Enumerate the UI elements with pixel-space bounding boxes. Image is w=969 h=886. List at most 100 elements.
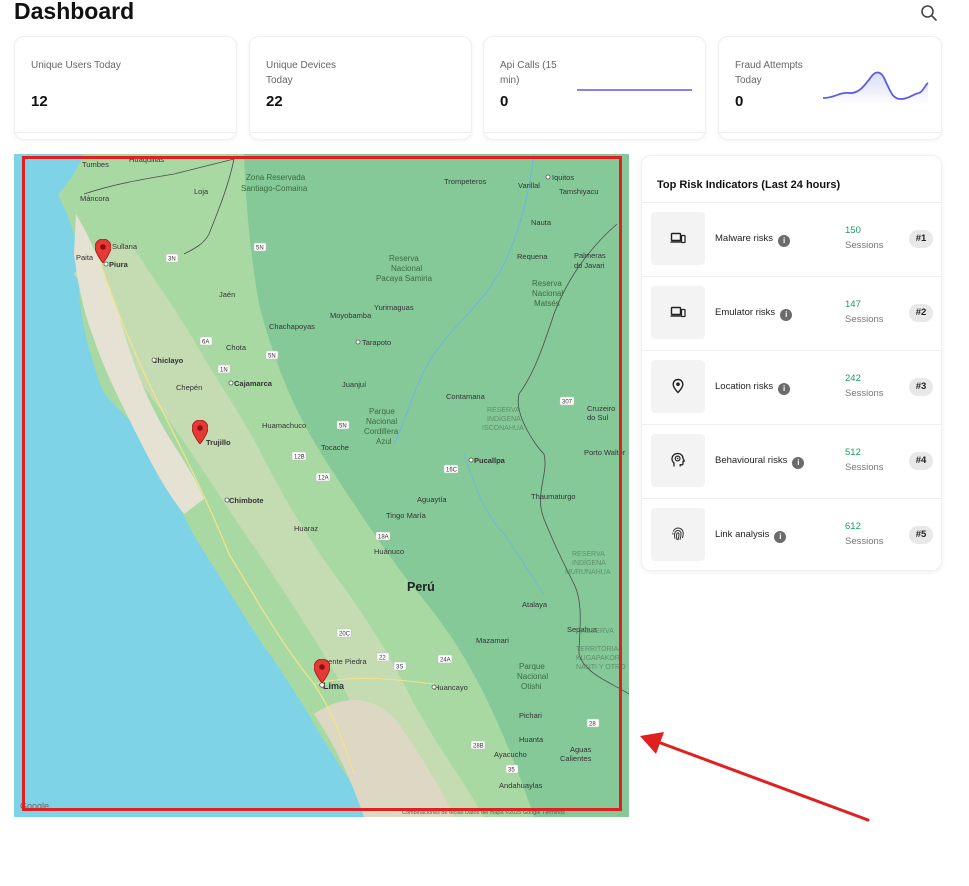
risk-icon-box	[651, 508, 705, 561]
map-label: Reserva	[532, 279, 562, 288]
map-label: Matsés	[534, 299, 560, 308]
map-label: Chepén	[176, 383, 202, 392]
risk-icon-box	[651, 286, 705, 339]
stat-label: Unique Users Today	[31, 60, 121, 71]
map-label: Huanta	[519, 735, 544, 744]
annotation-arrow-icon	[640, 732, 870, 822]
map-label: Contamana	[446, 392, 486, 401]
route-shield: 35	[508, 768, 515, 774]
stat-label: Unique Devices Today	[266, 60, 337, 86]
map-label: Cruzeiro	[587, 404, 615, 413]
risk-unit: Sessions	[845, 462, 884, 473]
map-label: Tingo María	[386, 511, 427, 520]
map-label: Zona Reservada	[246, 173, 306, 182]
stat-value: 0	[500, 93, 509, 110]
map-attribution: Google	[20, 801, 49, 811]
map-label: Huánuco	[374, 547, 404, 556]
map-label: Huaraz	[294, 524, 318, 533]
search-icon[interactable]	[919, 3, 939, 23]
risk-row-link-analysis[interactable]: Link analysis i 612 Sessions #5	[642, 498, 943, 572]
map-label: Loja	[194, 187, 209, 196]
risk-count: 150	[845, 225, 861, 236]
map-label: RESERVA	[572, 551, 605, 558]
risk-rank-badge: #1	[909, 230, 933, 248]
risk-rank-badge: #5	[909, 526, 933, 544]
stat-card-fraud-attempts[interactable]: Fraud Attempts Today 0	[718, 36, 942, 140]
map-label: Chota	[226, 343, 247, 352]
risk-rank-badge: #4	[909, 452, 933, 470]
risk-row-behavioural[interactable]: Behavioural risks i 512 Sessions #4	[642, 424, 943, 498]
map-label: Calientes	[560, 754, 592, 763]
stat-label: Fraud Attempts Today	[735, 60, 803, 86]
risk-unit: Sessions	[845, 388, 884, 399]
map-marker-piura[interactable]	[95, 239, 111, 263]
map-label: Atalaya	[522, 600, 548, 609]
map-label: Chimbote	[229, 496, 264, 505]
stat-card-unique-users[interactable]: Unique Users Today 12	[14, 36, 237, 140]
risk-count: 612	[845, 521, 861, 532]
risk-name: Location risks i	[715, 381, 791, 395]
head-brain-icon	[671, 452, 686, 467]
map-marker-lima[interactable]	[314, 659, 330, 683]
map-label: Huamachuco	[262, 421, 306, 430]
map-label: Iquitos	[552, 173, 574, 182]
map-label: Aguas	[570, 745, 592, 754]
route-shield: 5N	[268, 354, 276, 360]
route-shield: 20C	[339, 632, 351, 638]
map-label: Piura	[109, 260, 129, 269]
risk-count: 147	[845, 299, 861, 310]
map-label: KUGAPAKORI	[576, 655, 622, 662]
map-footer: Combinaciones de teclas Datos del mapa ©…	[402, 809, 565, 816]
info-icon[interactable]: i	[780, 309, 793, 321]
map-label: Máncora	[80, 194, 110, 203]
map-label: Nacional	[366, 417, 397, 426]
stat-label: Api Calls (15 min)	[500, 60, 557, 86]
map-label: Tumbes	[82, 160, 109, 169]
map-label: Cajamarca	[234, 379, 273, 388]
route-shield: 1N	[220, 368, 228, 374]
map-label: Yurimaguas	[374, 303, 414, 312]
laptop-phone-icon	[670, 306, 686, 318]
risk-unit: Sessions	[845, 240, 884, 251]
stat-card-unique-devices[interactable]: Unique Devices Today 22	[249, 36, 472, 140]
risk-row-location[interactable]: Location risks i 242 Sessions #3	[642, 350, 943, 424]
map-label: Huaquillas	[129, 155, 164, 164]
map-label: Varillal	[518, 181, 540, 190]
route-shield: 22	[379, 656, 386, 662]
info-icon[interactable]: i	[778, 235, 791, 247]
info-icon[interactable]: i	[774, 531, 787, 543]
map-label: ISCONAHUA	[482, 425, 524, 432]
map-label: Ayacucho	[494, 750, 527, 759]
map-label: Thaumaturgo	[531, 492, 576, 501]
map-label: do Javari	[574, 261, 605, 270]
risk-unit: Sessions	[845, 314, 884, 325]
map-label: Parque	[519, 662, 545, 671]
info-icon[interactable]: i	[778, 383, 791, 395]
stat-value: 0	[735, 93, 744, 110]
risk-name: Malware risks i	[715, 233, 791, 247]
stat-card-api-calls[interactable]: Api Calls (15 min) 0	[483, 36, 706, 140]
map-label: Nacional	[532, 289, 563, 298]
map-label: Santiago-Comaina	[241, 184, 308, 193]
peru-map[interactable]: Tumbes Huaquillas Loja Máncora Zona Rese…	[14, 154, 629, 817]
api-calls-sparkline	[577, 89, 692, 91]
stat-value: 22	[266, 93, 283, 110]
risk-row-emulator[interactable]: Emulator risks i 147 Sessions #2	[642, 276, 943, 350]
info-icon[interactable]: i	[792, 457, 805, 469]
map-label: Reserva	[389, 254, 419, 263]
risk-row-malware[interactable]: Malware risks i 150 Sessions #1	[642, 202, 943, 276]
map-label: Andahuaylas	[499, 781, 543, 790]
map-label: do Sul	[587, 413, 609, 422]
map-label: Moyobamba	[330, 311, 372, 320]
laptop-phone-icon	[670, 232, 686, 244]
location-pin-icon	[672, 378, 684, 394]
map-label: INDÍGENA	[572, 558, 606, 567]
risk-rank-badge: #3	[909, 378, 933, 396]
map-label: NANTI Y OTRO	[576, 664, 626, 671]
map-marker-trujillo[interactable]	[192, 420, 208, 444]
risk-name: Emulator risks i	[715, 307, 793, 321]
map-label: Porto Walter	[584, 448, 626, 457]
route-shield: 5N	[256, 246, 264, 252]
map-label: Mazamari	[476, 636, 509, 645]
map-label: Cordillera	[364, 427, 399, 436]
